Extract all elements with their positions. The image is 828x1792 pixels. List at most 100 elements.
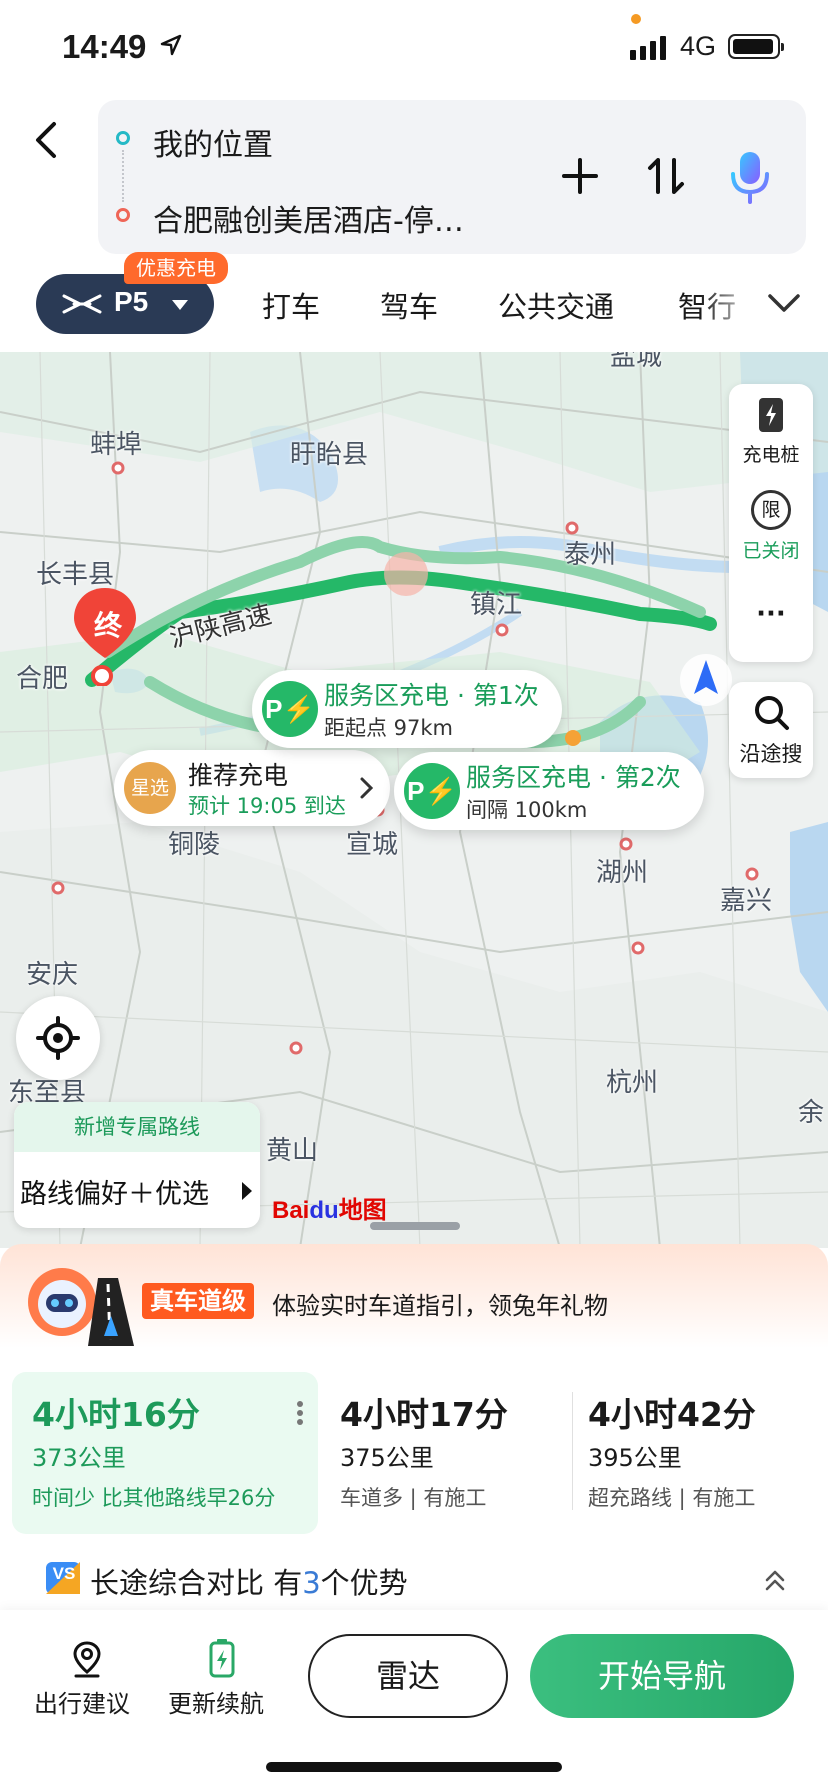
microphone-icon[interactable] <box>728 150 772 204</box>
battery-charging-icon[interactable] <box>208 1638 236 1678</box>
star-select-badge: 星选 <box>124 762 176 814</box>
promo-charging-badge: 优惠充电 <box>124 252 228 284</box>
tab-taxi[interactable]: 打车 <box>262 284 320 326</box>
charge-stop-2-title: 服务区充电 · 第2次 <box>466 763 681 792</box>
route-2-time: 4小时17分 <box>340 1395 508 1434</box>
chevron-down-icon <box>172 300 188 310</box>
tab-drive[interactable]: 驾车 <box>380 284 438 326</box>
route-3-distance: 395公里 <box>588 1444 682 1472</box>
current-location-arrow-icon <box>680 654 732 706</box>
travel-advice-button[interactable]: 出行建议 <box>34 1684 130 1719</box>
search-icon <box>755 696 789 730</box>
map-city-label: 泰州 <box>564 540 617 570</box>
map-city-label: 嘉兴 <box>720 886 773 916</box>
logo-bai-text: Bai <box>272 1197 310 1224</box>
map-city-label: 余 <box>798 1098 825 1128</box>
charging-p-icon: P⚡ <box>262 681 318 737</box>
charge-stop-1-title: 服务区充电 · 第1次 <box>324 681 539 710</box>
vs-icon-text: VS <box>52 1564 76 1583</box>
more-tools-button[interactable]: ··· <box>729 584 813 654</box>
route-1-tags: 时间少 比其他路线早26分 <box>32 1486 276 1510</box>
vs-icon: VS <box>46 1560 82 1596</box>
map-city-label: 黄山 <box>266 1136 319 1166</box>
recommended-charging-eta: 预计 19:05 到达 <box>188 794 346 818</box>
map-view[interactable]: 蚌埠 盱眙县 长丰县 泰州 镇江 合肥 铜陵 宣城 湖州 嘉兴 安庆 杭州 东至… <box>0 352 828 1248</box>
map-city-label: 合肥 <box>16 664 69 694</box>
origin-dot-icon <box>116 131 130 145</box>
logo-map-text: 地图 <box>338 1197 387 1224</box>
map-tools-panel: 充电桩 限 已关闭 ··· <box>729 384 813 662</box>
route-preference-button[interactable]: 新增专属路线 路线偏好＋优选 <box>14 1102 260 1228</box>
privacy-indicator-dot <box>631 14 641 24</box>
route-2-distance: 375公里 <box>340 1444 434 1472</box>
along-route-search-button[interactable]: 沿途搜 <box>729 682 813 778</box>
charge-stop-1-callout[interactable]: P⚡ 服务区充电 · 第1次 距起点 97km <box>252 670 562 748</box>
more-vertical-icon[interactable] <box>296 1400 304 1426</box>
status-bar: 14:49 4G <box>0 0 828 96</box>
route-2-tags: 车道多 | 有施工 <box>340 1486 487 1510</box>
home-indicator[interactable] <box>266 1762 562 1772</box>
chevron-down-icon[interactable] <box>764 288 804 316</box>
cellular-signal-icon <box>630 36 666 60</box>
advantage-count: 3 <box>302 1566 321 1600</box>
new-route-tag: 新增专属路线 <box>14 1102 260 1152</box>
charge-stop-2-detail: 间隔 100km <box>466 798 588 822</box>
drag-handle[interactable] <box>370 1222 460 1230</box>
origin-field[interactable]: 我的位置 <box>153 120 273 164</box>
logo-du-text: du <box>309 1197 339 1224</box>
route-1-time: 4小时16分 <box>32 1395 200 1434</box>
baidu-map-logo: Baidu地图 <box>272 1190 387 1225</box>
route-input-box: 我的位置 合肥融创美居酒店-停… <box>98 100 806 254</box>
map-city-label: 安庆 <box>26 960 79 990</box>
map-city-label: 盐城 <box>610 352 663 372</box>
robot-mascot-icon <box>28 1268 134 1346</box>
lane-level-tag: 真车道级 <box>142 1283 254 1319</box>
divider <box>572 1392 573 1510</box>
vehicle-label: P5 <box>114 286 149 317</box>
crosshair-icon <box>36 1016 80 1060</box>
caret-right-icon <box>242 1182 252 1200</box>
charging-p-icon: P⚡ <box>404 763 460 819</box>
radar-button[interactable]: 雷达 <box>308 1634 508 1718</box>
charge-stop-2-callout[interactable]: P⚡ 服务区充电 · 第2次 间隔 100km <box>394 752 704 830</box>
tabs-fade <box>700 272 760 322</box>
charge-stop-1-detail: 距起点 97km <box>324 716 454 740</box>
end-marker-label: 终 <box>93 609 122 642</box>
network-type: 4G <box>680 31 717 61</box>
location-pin-icon[interactable] <box>70 1640 104 1678</box>
comparison-suffix: 个优势 <box>320 1566 408 1600</box>
update-range-button[interactable]: 更新续航 <box>168 1684 264 1719</box>
double-chevron-up-icon[interactable] <box>760 1566 790 1594</box>
add-waypoint-icon[interactable] <box>558 154 602 198</box>
chevron-right-icon <box>360 777 374 799</box>
map-city-label: 蚌埠 <box>90 430 143 460</box>
charging-pile-button[interactable]: 充电桩 <box>729 390 813 482</box>
swap-route-icon[interactable] <box>644 152 688 200</box>
comparison-text: 长途综合对比 有3个优势 <box>90 1560 408 1602</box>
along-route-search-label: 沿途搜 <box>739 742 803 766</box>
map-city-label: 宣城 <box>346 830 399 860</box>
status-time: 14:49 <box>62 28 147 65</box>
charging-pile-icon <box>759 398 783 432</box>
route-1-distance: 373公里 <box>32 1444 126 1472</box>
route-preference-label: 路线偏好＋优选 <box>20 1179 209 1210</box>
map-city-label: 湖州 <box>596 858 649 888</box>
charging-pile-label: 充电桩 <box>742 444 800 466</box>
route-3-tags: 超充路线 | 有施工 <box>588 1486 756 1510</box>
restriction-toggle[interactable]: 限 已关闭 <box>729 486 813 578</box>
route-connector <box>122 150 124 202</box>
recommended-charging-title: 推荐充电 <box>188 761 289 790</box>
start-navigation-button[interactable]: 开始导航 <box>530 1634 794 1718</box>
comparison-prefix: 长途综合对比 有 <box>90 1566 303 1600</box>
location-arrow-icon <box>160 34 182 56</box>
destination-field[interactable]: 合肥融创美居酒店-停… <box>153 196 464 240</box>
map-city-label: 杭州 <box>606 1068 659 1098</box>
back-button[interactable] <box>22 110 72 170</box>
map-city-label: 铜陵 <box>168 830 221 860</box>
recommended-charging-callout[interactable]: 星选 推荐充电 预计 19:05 到达 <box>114 750 390 826</box>
promo-text: 体验实时车道指引，领兔年礼物 <box>272 1292 608 1320</box>
tab-transit[interactable]: 公共交通 <box>498 284 614 326</box>
locate-me-button[interactable] <box>16 996 100 1080</box>
restriction-status: 已关闭 <box>742 540 800 562</box>
map-city-label: 镇江 <box>470 590 523 620</box>
